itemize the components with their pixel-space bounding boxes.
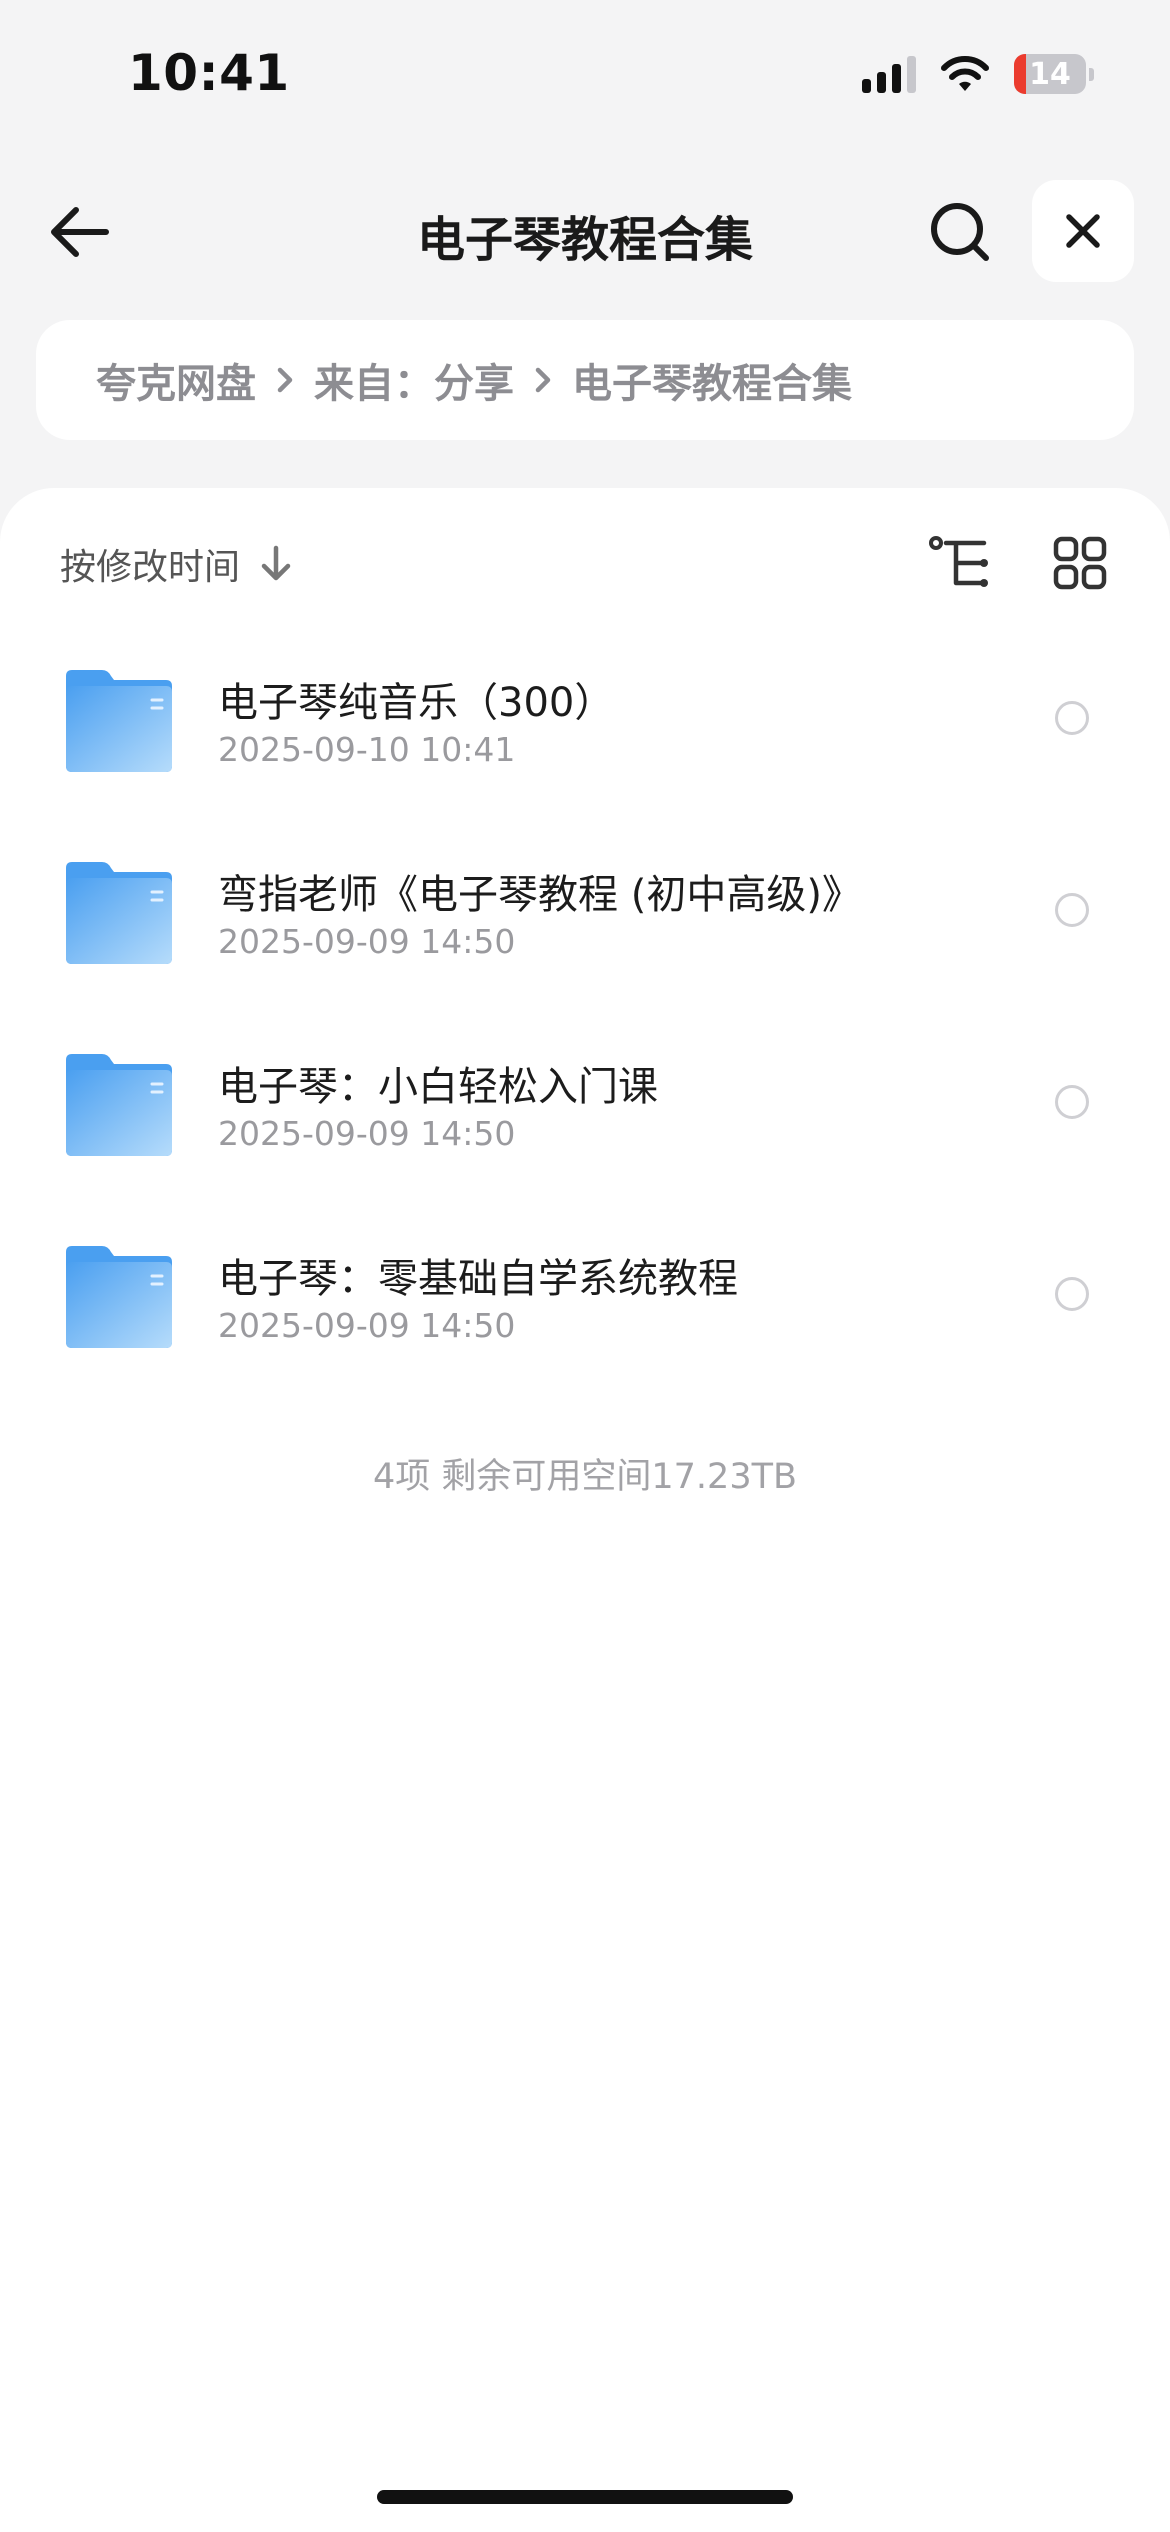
battery-level: 14 xyxy=(1029,56,1071,92)
sort-label: 按修改时间 xyxy=(60,547,241,588)
tree-view-button[interactable] xyxy=(925,528,995,598)
file-list: 电子琴纯音乐（300） 2025-09-10 10:41 弯指老师《电子琴教程 … xyxy=(0,648,1170,1416)
file-date: 2025-09-09 14:50 xyxy=(218,1306,516,1345)
file-date: 2025-09-09 14:50 xyxy=(218,1114,516,1153)
close-icon xyxy=(1066,214,1100,248)
folder-icon xyxy=(66,670,172,772)
cellular-signal-icon xyxy=(862,55,916,93)
list-item[interactable]: 电子琴：小白轻松入门课 2025-09-09 14:50 xyxy=(0,1032,1170,1224)
list-item[interactable]: 弯指老师《电子琴教程 (初中高级)》 2025-09-09 14:50 xyxy=(0,840,1170,1032)
file-name: 电子琴纯音乐（300） xyxy=(218,680,615,726)
file-date: 2025-09-10 10:41 xyxy=(218,730,516,769)
file-name: 弯指老师《电子琴教程 (初中高级)》 xyxy=(218,872,862,918)
folder-icon xyxy=(66,1246,172,1348)
breadcrumb-item-share[interactable]: 来自：分享 xyxy=(314,351,514,409)
grid-view-icon xyxy=(1053,536,1107,590)
chevron-right-icon xyxy=(535,367,551,393)
breadcrumb: 夸克网盘 来自：分享 电子琴教程合集 xyxy=(36,320,1134,440)
tree-view-icon xyxy=(929,536,988,587)
close-button[interactable] xyxy=(1032,180,1134,282)
search-button[interactable] xyxy=(920,192,1000,272)
grid-view-button[interactable] xyxy=(1045,528,1115,598)
select-radio[interactable] xyxy=(1055,1085,1089,1119)
file-name: 电子琴：小白轻松入门课 xyxy=(218,1064,658,1110)
navigation-header: 电子琴教程合集 xyxy=(0,170,1170,290)
status-time: 10:41 xyxy=(128,44,290,102)
file-list-card: 按修改时间 电子琴纯音乐（300） 2025-09-10 10:41 弯指老师《… xyxy=(0,488,1170,2532)
arrow-down-icon xyxy=(261,545,291,581)
wifi-icon xyxy=(941,56,989,91)
folder-icon xyxy=(66,862,172,964)
sort-button[interactable]: 按修改时间 xyxy=(60,538,294,590)
breadcrumb-item-root[interactable]: 夸克网盘 xyxy=(96,351,256,409)
breadcrumb-item-current[interactable]: 电子琴教程合集 xyxy=(572,351,852,409)
select-radio[interactable] xyxy=(1055,893,1089,927)
search-icon xyxy=(931,203,989,261)
home-indicator[interactable] xyxy=(377,2490,793,2504)
storage-summary: 4项 剩余可用空间17.23TB xyxy=(373,1457,797,1497)
list-item[interactable]: 电子琴：零基础自学系统教程 2025-09-09 14:50 xyxy=(0,1224,1170,1416)
file-name: 电子琴：零基础自学系统教程 xyxy=(218,1256,738,1302)
select-radio[interactable] xyxy=(1055,701,1089,735)
battery-icon: 14 xyxy=(1014,54,1094,94)
select-radio[interactable] xyxy=(1055,1277,1089,1311)
chevron-right-icon xyxy=(277,367,293,393)
status-icons: 14 xyxy=(862,54,1094,94)
folder-icon xyxy=(66,1054,172,1156)
file-browser-screen: 10:41 14 电子琴教程合集 夸克网盘 来自：分享 电子琴教程合集 按修改时… xyxy=(0,0,1170,2532)
list-item[interactable]: 电子琴纯音乐（300） 2025-09-10 10:41 xyxy=(0,648,1170,840)
file-date: 2025-09-09 14:50 xyxy=(218,922,516,961)
status-bar: 10:41 14 xyxy=(0,0,1170,150)
